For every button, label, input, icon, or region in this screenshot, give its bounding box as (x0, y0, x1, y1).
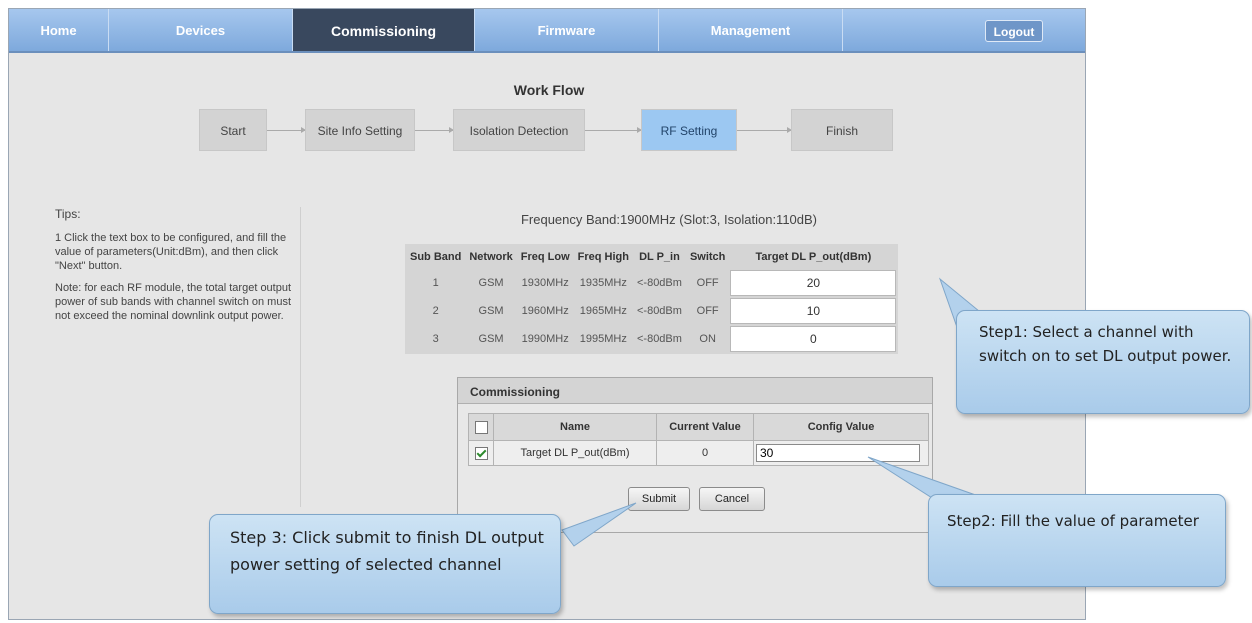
step3-pointer (561, 502, 637, 547)
step3-callout: Step 3: Click submit to finish DL output… (209, 514, 561, 614)
step2-callout: Step2: Fill the value of parameter (928, 494, 1226, 587)
step1-callout: Step1: Select a channel with switch on t… (956, 310, 1250, 414)
